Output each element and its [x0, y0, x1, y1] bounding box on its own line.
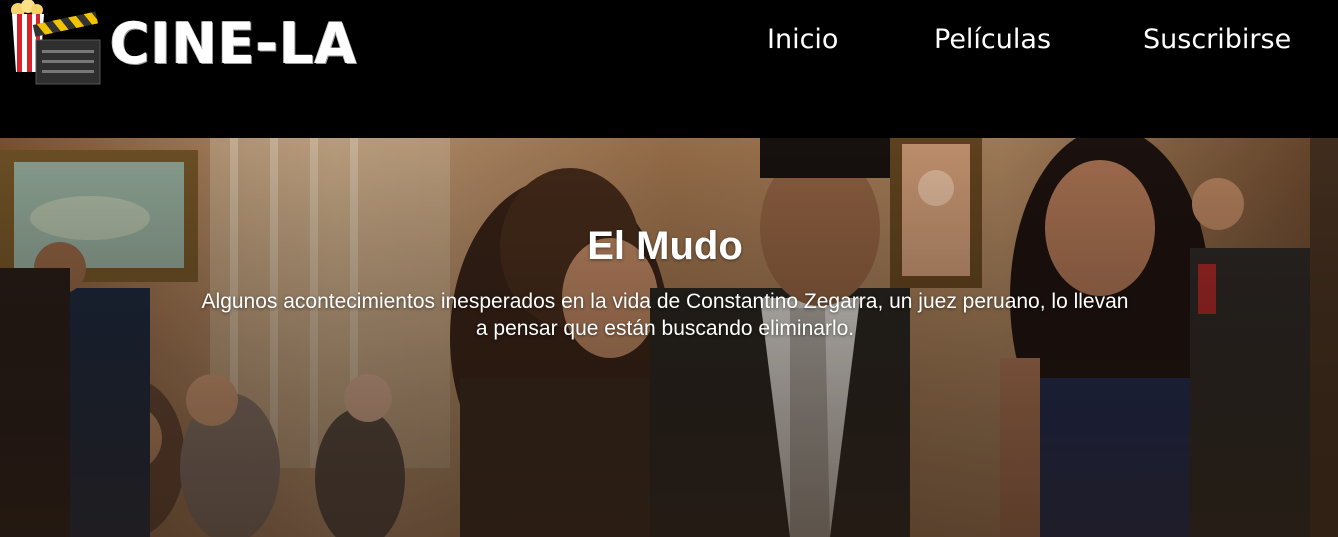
brand-name: CINE-LA — [110, 9, 358, 77]
nav-inicio[interactable]: Inicio — [767, 24, 838, 55]
nav-suscribirse[interactable]: Suscribirse — [1143, 24, 1291, 55]
site-logo[interactable]: CINE-LA — [8, 0, 357, 86]
nav-peliculas[interactable]: Películas — [934, 24, 1051, 55]
popcorn-clapperboard-icon — [11, 0, 101, 85]
movie-description: Algunos acontecimientos inesperados en l… — [201, 290, 1129, 340]
movie-title: El Mudo — [587, 224, 743, 268]
site-header: CINE-LA Inicio Películas Suscribirse — [0, 0, 1338, 138]
hero-banner: El Mudo Algunos acontecimientos inespera… — [0, 138, 1338, 537]
